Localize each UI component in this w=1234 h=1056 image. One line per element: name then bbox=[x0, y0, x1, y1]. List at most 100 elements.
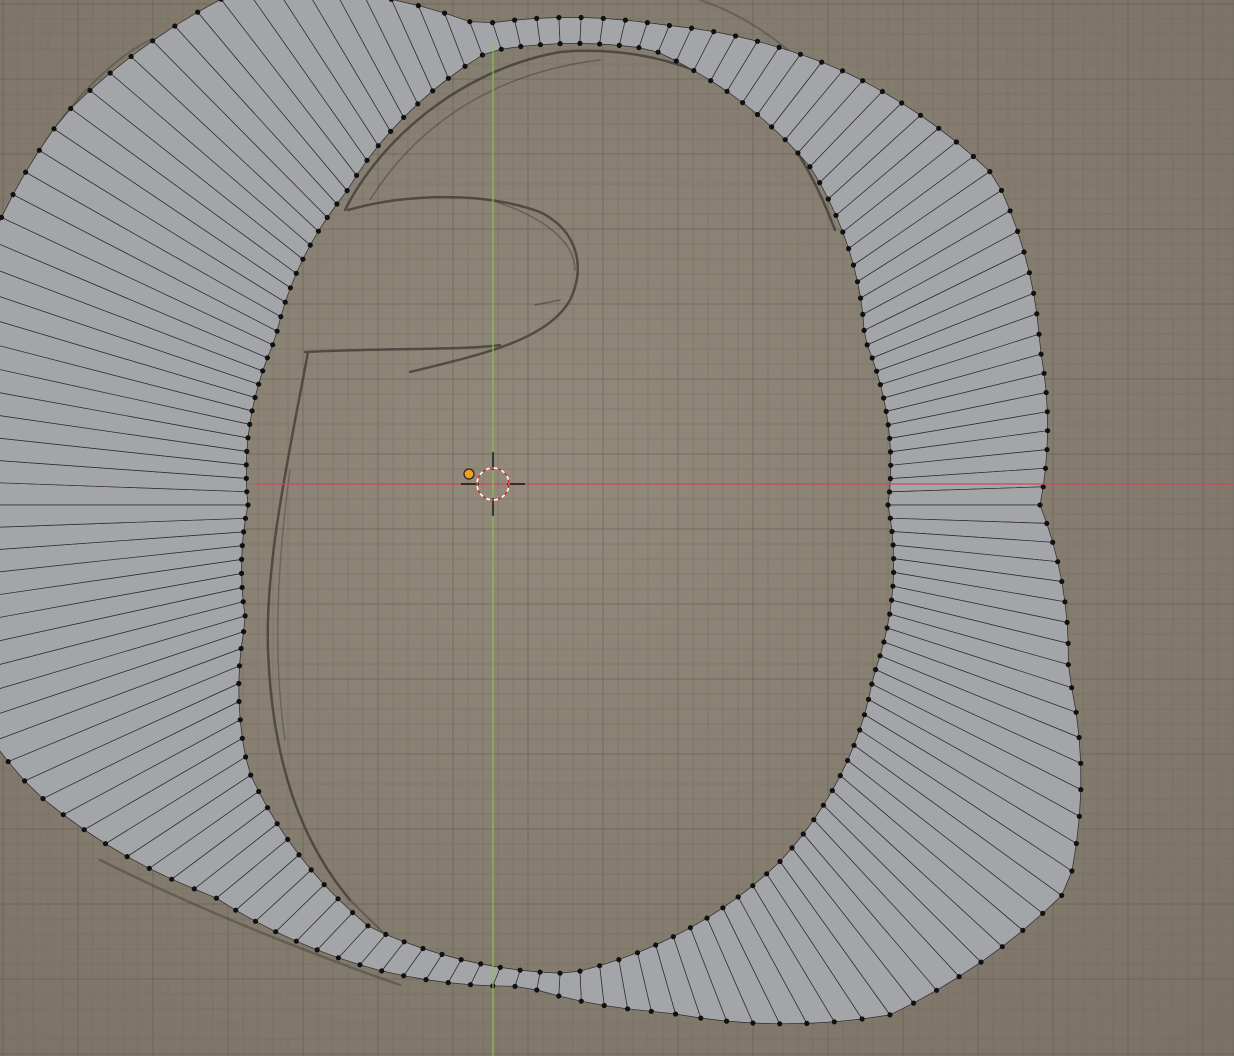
mesh-vertex[interactable] bbox=[335, 896, 341, 902]
mesh-vertex[interactable] bbox=[1073, 840, 1079, 847]
mesh-vertex[interactable] bbox=[233, 907, 239, 913]
mesh-vertex[interactable] bbox=[430, 88, 436, 94]
mesh-vertex[interactable] bbox=[1044, 520, 1050, 527]
mesh-vertex[interactable] bbox=[1041, 370, 1047, 376]
mesh-vertex[interactable] bbox=[273, 929, 279, 935]
mesh-vertex[interactable] bbox=[597, 963, 603, 969]
mesh-vertex[interactable] bbox=[241, 529, 247, 535]
mesh-vertex[interactable] bbox=[237, 717, 243, 723]
mesh-vertex[interactable] bbox=[40, 796, 46, 802]
mesh-vertex[interactable] bbox=[287, 285, 293, 291]
mesh-vertex[interactable] bbox=[666, 22, 673, 29]
mesh-vertex[interactable] bbox=[5, 759, 11, 765]
mesh-vertex[interactable] bbox=[307, 242, 313, 248]
mesh-vertex[interactable] bbox=[891, 569, 897, 576]
mesh-vertex[interactable] bbox=[999, 944, 1005, 950]
mesh-vertex[interactable] bbox=[857, 727, 863, 733]
mesh-vertex[interactable] bbox=[616, 42, 622, 49]
mesh-vertex[interactable] bbox=[881, 395, 887, 401]
mesh-vertex[interactable] bbox=[241, 629, 247, 635]
mesh-vertex[interactable] bbox=[636, 45, 642, 51]
mesh-vertex[interactable] bbox=[243, 462, 249, 468]
mesh-vertex[interactable] bbox=[518, 43, 524, 50]
mesh-vertex[interactable] bbox=[887, 476, 894, 482]
mesh-vertex[interactable] bbox=[1038, 351, 1044, 357]
mesh-vertex[interactable] bbox=[1069, 685, 1075, 691]
mesh-vertex[interactable] bbox=[264, 805, 271, 811]
mesh-vertex[interactable] bbox=[601, 1002, 607, 1009]
mesh-vertex[interactable] bbox=[1073, 709, 1079, 715]
mesh-vertex[interactable] bbox=[874, 368, 880, 374]
mesh-vertex[interactable] bbox=[364, 157, 370, 163]
mesh-vertex[interactable] bbox=[797, 51, 804, 57]
mesh-vertex[interactable] bbox=[733, 33, 739, 39]
mesh-vertex[interactable] bbox=[242, 613, 248, 619]
mesh-vertex[interactable] bbox=[724, 88, 730, 94]
mesh-vertex[interactable] bbox=[1040, 910, 1046, 917]
mesh-vertex[interactable] bbox=[172, 23, 178, 29]
mesh-vertex[interactable] bbox=[1031, 290, 1037, 296]
mesh-vertex[interactable] bbox=[720, 905, 726, 911]
mesh-vertex[interactable] bbox=[820, 802, 827, 808]
mesh-vertex[interactable] bbox=[776, 44, 782, 51]
mesh-vertex[interactable] bbox=[885, 502, 891, 508]
mesh-vertex[interactable] bbox=[1036, 331, 1042, 337]
mesh-vertex[interactable] bbox=[458, 957, 464, 963]
mesh-vertex[interactable] bbox=[478, 961, 484, 967]
mesh-vertex[interactable] bbox=[754, 111, 761, 118]
mesh-face[interactable] bbox=[536, 17, 561, 46]
mesh-vertex[interactable] bbox=[782, 137, 788, 143]
mesh-vertex[interactable] bbox=[423, 977, 429, 983]
mesh-vertex[interactable] bbox=[87, 87, 93, 93]
mesh-vertex[interactable] bbox=[150, 38, 156, 44]
mesh-vertex[interactable] bbox=[577, 968, 583, 974]
mesh-vertex[interactable] bbox=[244, 448, 250, 454]
mesh-vertex[interactable] bbox=[213, 895, 219, 901]
mesh-vertex[interactable] bbox=[673, 58, 679, 64]
mesh-vertex[interactable] bbox=[293, 938, 299, 944]
mesh-vertex[interactable] bbox=[648, 1008, 654, 1014]
mesh-vertex[interactable] bbox=[899, 100, 905, 106]
mesh-vertex[interactable] bbox=[869, 681, 875, 687]
mesh-vertex[interactable] bbox=[888, 462, 894, 468]
mesh-vertex[interactable] bbox=[750, 1020, 756, 1026]
mesh-vertex[interactable] bbox=[670, 934, 676, 940]
mesh-vertex[interactable] bbox=[600, 15, 606, 21]
mesh-vertex[interactable] bbox=[252, 394, 258, 401]
mesh-vertex[interactable] bbox=[879, 88, 886, 95]
mesh-vertex[interactable] bbox=[789, 845, 795, 851]
mesh-vertex[interactable] bbox=[691, 67, 697, 74]
mesh-vertex[interactable] bbox=[1065, 662, 1071, 668]
mesh-vertex[interactable] bbox=[335, 955, 341, 961]
mesh-vertex[interactable] bbox=[1015, 228, 1021, 234]
mesh-vertex[interactable] bbox=[334, 201, 340, 207]
mesh-vertex[interactable] bbox=[498, 46, 504, 52]
mesh-vertex[interactable] bbox=[195, 9, 201, 15]
mesh-vertex[interactable] bbox=[128, 53, 134, 60]
mesh-vertex[interactable] bbox=[236, 680, 242, 687]
mesh-vertex[interactable] bbox=[860, 311, 866, 317]
mesh-vertex[interactable] bbox=[242, 515, 249, 521]
mesh-vertex[interactable] bbox=[890, 583, 896, 589]
mesh-vertex[interactable] bbox=[278, 314, 284, 320]
mesh-vertex[interactable] bbox=[239, 556, 245, 563]
mesh-vertex[interactable] bbox=[379, 968, 385, 974]
mesh-vertex[interactable] bbox=[1026, 270, 1032, 276]
mesh-vertex[interactable] bbox=[819, 59, 825, 65]
mesh-vertex[interactable] bbox=[869, 355, 875, 361]
mesh-vertex[interactable] bbox=[191, 886, 197, 892]
mesh-vertex[interactable] bbox=[625, 1006, 631, 1012]
mesh-vertex[interactable] bbox=[711, 29, 717, 35]
mesh-vertex[interactable] bbox=[51, 126, 57, 132]
mesh-vertex[interactable] bbox=[36, 147, 42, 153]
mesh-vertex[interactable] bbox=[1064, 619, 1070, 626]
mesh-vertex[interactable] bbox=[365, 923, 371, 929]
mesh-vertex[interactable] bbox=[239, 584, 245, 591]
mesh-vertex[interactable] bbox=[60, 812, 66, 818]
mesh-vertex[interactable] bbox=[102, 841, 109, 847]
mesh-vertex[interactable] bbox=[578, 998, 584, 1004]
mesh-vertex[interactable] bbox=[698, 1015, 704, 1021]
mesh-vertex[interactable] bbox=[557, 41, 563, 47]
mesh-vertex[interactable] bbox=[239, 543, 245, 549]
mesh-vertex[interactable] bbox=[956, 974, 962, 980]
